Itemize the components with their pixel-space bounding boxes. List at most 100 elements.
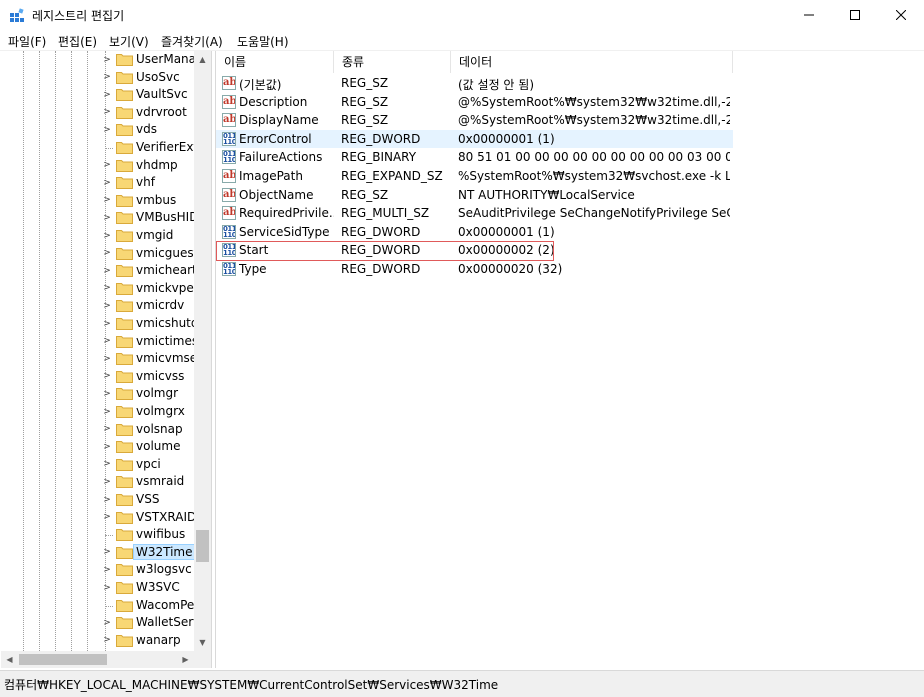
value-row[interactable]: 011110010FailureActions REG_BINARY 80 51 0… [216,148,733,167]
maximize-button[interactable] [832,0,878,30]
tree-item[interactable]: > vmicguesti [1,245,202,263]
scroll-left-icon[interactable]: ◀ [1,651,18,668]
tree-vertical-scrollbar[interactable]: ▲ ▼ [194,51,211,651]
column-header-type[interactable]: 종류 [334,51,451,73]
chevron-right-icon[interactable]: > [102,192,112,209]
tree-item[interactable]: WacomPen [1,597,202,615]
minimize-button[interactable] [786,0,832,30]
tree-item[interactable]: > UserManag [1,51,204,69]
menu-edit[interactable]: 편집(E) [58,33,97,50]
value-row[interactable]: ab (기본값) REG_SZ (값 설정 안 됨) [216,74,733,93]
chevron-right-icon[interactable]: > [102,456,112,473]
chevron-right-icon[interactable]: > [102,104,112,121]
tree-item[interactable]: > VMBusHID [1,209,198,227]
tree-item[interactable]: > wanarp [1,632,194,650]
tree-item[interactable]: > VSTXRAID [1,509,196,527]
value-type: REG_SZ [341,187,389,202]
tree-hscroll-thumb[interactable] [19,654,107,665]
value-name: RequiredPrivile... [239,206,334,221]
value-row[interactable]: ab DisplayName REG_SZ @%SystemRoot%₩system3… [216,111,733,130]
tree-item[interactable]: > vmicheartb [1,262,204,280]
key-tree[interactable]: > UserManag > UsoSvc > VaultSvc > vdrvroot >… [1,51,212,668]
tree-item[interactable]: > volume [1,438,194,456]
value-row[interactable]: 011110010ServiceSidType REG_DWORD 0x000000… [216,223,733,242]
chevron-right-icon[interactable]: > [102,614,112,631]
scroll-down-icon[interactable]: ▼ [194,634,211,651]
chevron-right-icon[interactable]: > [102,121,112,138]
scroll-right-icon[interactable]: ▶ [177,651,194,668]
tree-horizontal-scrollbar[interactable]: ◀ ▶ [1,651,194,668]
chevron-right-icon[interactable]: > [102,51,112,68]
tree-item[interactable]: > volmgr [1,385,194,403]
value-row[interactable]: 011110010Type REG_DWORD 0x00000020 (32) [216,260,733,279]
tree-item[interactable]: > volsnap [1,421,194,439]
tree-item[interactable]: > w3logsvc [1,561,194,579]
value-list[interactable]: 이름 종류 데이터 ab (기본값) REG_SZ (값 설정 안 됨) ab Descr… [215,51,924,668]
close-button[interactable] [878,0,924,30]
chevron-right-icon[interactable]: > [102,438,112,455]
value-row[interactable]: ab ObjectName REG_SZ NT AUTHORITY₩LocalServ… [216,186,733,205]
column-header-data[interactable]: 데이터 [451,51,733,73]
tree-item-label: vhdmp [136,157,178,172]
chevron-right-icon[interactable]: > [102,262,112,279]
tree-item[interactable]: > W3SVC [1,579,194,597]
chevron-right-icon[interactable]: > [102,509,112,526]
chevron-right-icon[interactable]: > [102,280,112,297]
tree-item[interactable]: > vmicvmses [1,350,203,368]
chevron-right-icon[interactable]: > [102,227,112,244]
tree-item[interactable]: > volmgrx [1,403,194,421]
menu-favorites[interactable]: 즐겨찾기(A) [161,33,223,50]
tree-scroll-thumb[interactable] [196,530,209,562]
tree-item[interactable]: > W32Time [1,543,196,562]
chevron-right-icon[interactable]: > [102,561,112,578]
value-row[interactable]: ab ImagePath REG_EXPAND_SZ %SystemRoot%₩sys… [216,167,733,186]
value-row[interactable]: ab RequiredPrivile... REG_MULTI_SZ SeAuditP… [216,204,733,223]
tree-item[interactable]: vwifibus [1,526,194,544]
scroll-up-icon[interactable]: ▲ [194,51,211,68]
column-header-name[interactable]: 이름 [216,51,334,73]
tree-item[interactable]: > vmbus [1,192,194,210]
chevron-right-icon[interactable]: > [102,350,112,367]
tree-item[interactable]: > vmickvpex [1,280,201,298]
chevron-right-icon[interactable]: > [102,315,112,332]
chevron-right-icon[interactable]: > [102,333,112,350]
tree-item[interactable]: > vhdmp [1,157,194,175]
tree-item[interactable]: > vmictimesy [1,333,205,351]
tree-item[interactable]: > VSS [1,491,194,509]
tree-item[interactable]: > vmicshutd [1,315,199,333]
chevron-right-icon[interactable]: > [102,403,112,420]
tree-item[interactable]: > WalletServ [1,614,200,632]
menu-help[interactable]: 도움말(H) [237,33,289,50]
tree-item[interactable]: > vmicvss [1,368,194,386]
chevron-right-icon[interactable]: > [102,209,112,226]
chevron-right-icon[interactable]: > [102,245,112,262]
chevron-right-icon[interactable]: > [102,368,112,385]
chevron-right-icon[interactable]: > [102,69,112,86]
tree-item[interactable]: > UsoSvc [1,69,194,87]
chevron-right-icon[interactable]: > [102,385,112,402]
chevron-right-icon[interactable]: > [102,473,112,490]
value-row[interactable]: ab Description REG_SZ @%SystemRoot%₩system3… [216,93,733,112]
chevron-right-icon[interactable]: > [102,157,112,174]
value-row[interactable]: 011110010ErrorControl REG_DWORD 0x00000001… [216,129,733,149]
tree-item[interactable]: > vds [1,121,194,139]
chevron-right-icon[interactable]: > [102,297,112,314]
tree-item[interactable]: VerifierExt [1,139,198,157]
tree-item[interactable]: > vdrvroot [1,104,194,122]
chevron-right-icon[interactable]: > [102,632,112,649]
tree-item[interactable]: > vmicrdv [1,297,194,315]
tree-item[interactable]: > vsmraid [1,473,194,491]
menu-file[interactable]: 파일(F) [8,33,46,50]
status-path: 컴퓨터₩HKEY_LOCAL_MACHINE₩SYSTEM₩CurrentCon… [4,678,499,692]
tree-item[interactable]: > vpci [1,456,194,474]
chevron-right-icon[interactable]: > [102,491,112,508]
chevron-right-icon[interactable]: > [102,421,112,438]
chevron-right-icon[interactable]: > [102,86,112,103]
tree-item[interactable]: > vhf [1,174,194,192]
chevron-right-icon[interactable]: > [102,544,112,561]
menu-view[interactable]: 보기(V) [109,33,149,50]
chevron-right-icon[interactable]: > [102,174,112,191]
tree-item[interactable]: > vmgid [1,227,194,245]
tree-item[interactable]: > VaultSvc [1,86,194,104]
chevron-right-icon[interactable]: > [102,579,112,596]
